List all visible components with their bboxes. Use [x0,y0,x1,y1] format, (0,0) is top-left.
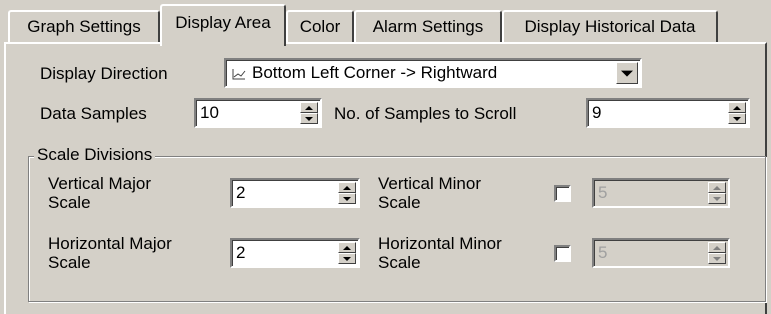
tab-panel-display-area: Display Direction Bottom Left Corner -> … [4,42,767,314]
spin-up-button[interactable] [708,182,726,193]
horizontal-minor-scale-checkbox[interactable] [554,245,571,262]
spin-up-button[interactable] [338,182,356,193]
horizontal-major-scale-stepper[interactable]: 2 [230,238,360,268]
spin-up-button[interactable] [708,242,726,253]
line-graph-icon [232,69,246,80]
spin-down-button[interactable] [728,113,746,124]
vertical-major-scale-value: 2 [236,183,246,202]
spin-up-button[interactable] [300,102,318,113]
samples-to-scroll-value: 9 [592,103,602,122]
tab-color[interactable]: Color [286,10,354,44]
spin-down-button[interactable] [300,113,318,124]
vertical-minor-scale-stepper[interactable]: 5 [592,178,730,208]
horizontal-minor-scale-value: 5 [598,243,608,262]
vertical-minor-scale-label: Vertical Minor Scale [378,174,481,212]
horizontal-major-scale-label: Horizontal Major Scale [48,234,172,272]
display-direction-label: Display Direction [40,64,168,83]
vertical-minor-scale-checkbox[interactable] [554,185,571,202]
spin-down-button[interactable] [708,253,726,264]
data-samples-label: Data Samples [40,104,147,123]
scale-divisions-title: Scale Divisions [34,146,156,164]
chevron-down-icon[interactable] [616,62,638,84]
spin-down-button[interactable] [708,193,726,204]
spin-down-button[interactable] [338,193,356,204]
horizontal-minor-scale-stepper[interactable]: 5 [592,238,730,268]
spin-down-button[interactable] [338,253,356,264]
tab-alarm-settings[interactable]: Alarm Settings [354,10,502,44]
tab-display-area[interactable]: Display Area [160,4,286,50]
horizontal-minor-scale-label: Horizontal Minor Scale [378,234,502,272]
data-samples-stepper[interactable]: 10 [194,98,322,128]
vertical-minor-scale-value: 5 [598,183,608,202]
vertical-major-scale-stepper[interactable]: 2 [230,178,360,208]
spin-up-button[interactable] [338,242,356,253]
samples-to-scroll-label: No. of Samples to Scroll [334,104,517,123]
display-direction-dropdown[interactable]: Bottom Left Corner -> Rightward [224,58,642,88]
tab-display-historical-data[interactable]: Display Historical Data [502,10,718,44]
horizontal-major-scale-value: 2 [236,243,246,262]
spin-up-button[interactable] [728,102,746,113]
vertical-major-scale-label: Vertical Major Scale [48,174,151,212]
samples-to-scroll-stepper[interactable]: 9 [586,98,750,128]
tab-graph-settings[interactable]: Graph Settings [8,10,160,44]
data-samples-value: 10 [200,103,219,122]
display-direction-value: Bottom Left Corner -> Rightward [252,63,498,82]
